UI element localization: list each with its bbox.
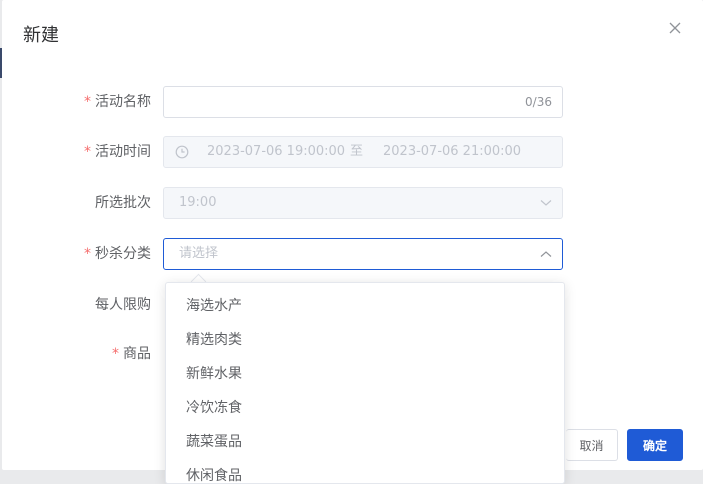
start-time: 2023-07-06 19:00:00: [207, 144, 346, 159]
activity-time-row: * 活动时间 2023-07-06 19:00:00 至 2023-07-06 2…: [2, 136, 703, 168]
batch-value: 19:00: [179, 195, 217, 210]
product-label-text: 商品: [123, 346, 151, 362]
category-option[interactable]: 精选肉类: [166, 323, 564, 357]
activity-time-label-text: 活动时间: [95, 144, 151, 160]
category-label-text: 秒杀分类: [95, 246, 151, 262]
category-placeholder: 请选择: [179, 246, 219, 261]
end-time: 2023-07-06 21:00:00: [383, 144, 522, 159]
close-button[interactable]: [665, 18, 685, 38]
close-icon: [669, 22, 681, 34]
activity-name-label-text: 活动名称: [95, 94, 151, 110]
char-counter: 0/36: [525, 95, 552, 109]
activity-time-label: * 活动时间: [84, 136, 151, 168]
activity-name-row: * 活动名称 0/36: [2, 86, 703, 118]
batch-select[interactable]: 19:00: [163, 187, 563, 219]
product-label: * 商品: [112, 338, 151, 370]
cancel-button[interactable]: 取消: [566, 429, 618, 461]
confirm-button[interactable]: 确定: [627, 429, 683, 461]
category-option[interactable]: 冷饮冻食: [166, 391, 564, 425]
activity-time-range-picker[interactable]: 2023-07-06 19:00:00 至 2023-07-06 21:00:0…: [163, 136, 563, 168]
range-separator: 至: [350, 144, 364, 159]
category-option[interactable]: 新鲜水果: [166, 357, 564, 391]
required-mark: *: [84, 144, 91, 160]
category-option[interactable]: 蔬菜蛋品: [166, 425, 564, 459]
required-mark: *: [84, 94, 91, 110]
batch-label: 所选批次: [95, 195, 151, 211]
category-option[interactable]: 休闲食品: [166, 459, 564, 483]
category-dropdown: 海选水产 精选肉类 新鲜水果 冷饮冻食 蔬菜蛋品 休闲食品: [165, 282, 565, 484]
chevron-down-icon: [540, 200, 552, 206]
category-select[interactable]: 请选择: [163, 238, 563, 270]
create-dialog: 新建 * 活动名称 0/36 * 活动时间 2023-07-06 19:00:00 …: [2, 0, 703, 484]
per-person-limit-label: 每人限购: [95, 297, 151, 313]
category-row: * 秒杀分类 请选择: [2, 238, 703, 270]
activity-name-input[interactable]: 0/36: [163, 86, 563, 118]
chevron-up-icon: [540, 251, 552, 257]
required-mark: *: [84, 246, 91, 262]
category-option[interactable]: 海选水产: [166, 289, 564, 323]
activity-name-label: * 活动名称: [84, 86, 151, 118]
category-label: * 秒杀分类: [84, 238, 151, 270]
required-mark: *: [112, 346, 119, 362]
batch-row: 所选批次 19:00: [2, 187, 703, 219]
dialog-title: 新建: [23, 25, 59, 46]
clock-icon: [175, 145, 189, 159]
